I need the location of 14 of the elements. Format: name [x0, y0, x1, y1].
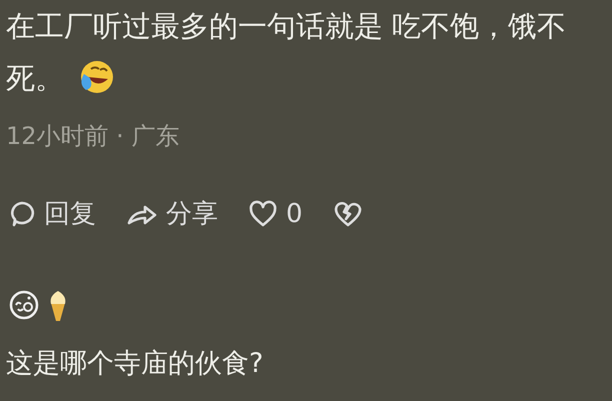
moon-face-icon — [8, 289, 40, 321]
laughing-emoji-icon — [78, 60, 114, 96]
dislike-button[interactable] — [332, 200, 363, 228]
comment-text: 死。 — [6, 60, 64, 97]
comment-text: 在工厂听过最多的一句话就是 吃不饱，饿不 — [6, 9, 566, 43]
broken-heart-icon — [332, 200, 363, 228]
comment-icon — [8, 200, 36, 228]
comment-meta: 12小时前 · 广东 — [6, 121, 180, 152]
heart-icon — [248, 200, 278, 228]
like-button[interactable]: 0 — [248, 198, 303, 228]
share-button[interactable]: 分享 — [126, 196, 218, 231]
reply-button[interactable]: 回复 — [8, 196, 96, 231]
ice-cream-icon — [48, 289, 68, 323]
comment-text: 这是哪个寺庙的伙食? — [6, 347, 264, 381]
